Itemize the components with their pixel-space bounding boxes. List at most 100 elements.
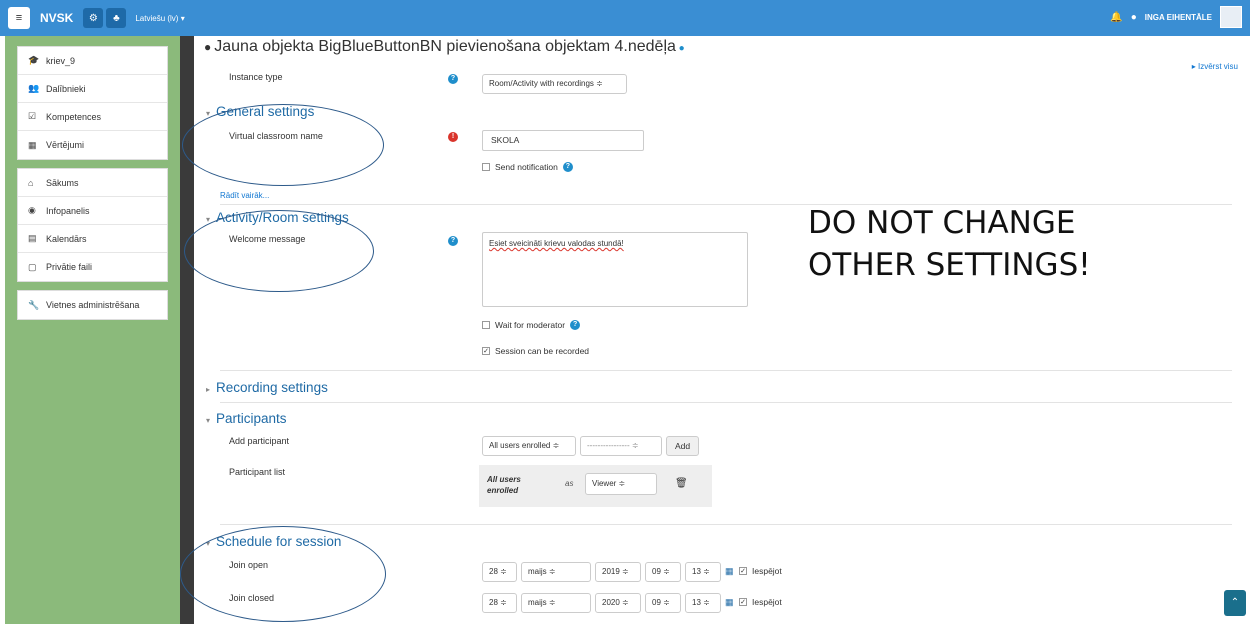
sidebar-item-label: Vietnes administrēšana: [46, 300, 140, 310]
checkbox-checked[interactable]: ✓: [482, 347, 490, 355]
add-participant-user-select[interactable]: ---------------- ≑: [580, 436, 662, 456]
section-title: Recording settings: [216, 380, 328, 395]
settings-cogs-icon[interactable]: ⚙: [83, 8, 104, 28]
menu-toggle-button[interactable]: ≡: [8, 7, 30, 29]
chevron-right-icon: ▸: [206, 385, 211, 394]
join-closed-month[interactable]: maijs ≑: [521, 593, 591, 613]
sidebar-item-label: Dalībnieki: [46, 83, 86, 94]
participant-name: All users enrolled: [487, 475, 521, 495]
join-open-day[interactable]: 28 ≑: [482, 562, 517, 582]
warning-annotation: DO NOT CHANGE OTHER SETTINGS!: [808, 202, 1091, 286]
join-closed-year[interactable]: 2020 ≑: [595, 593, 641, 613]
join-open-minute[interactable]: 13 ≑: [685, 562, 721, 582]
participant-role-select[interactable]: Viewer ≑: [585, 473, 657, 495]
table-icon: ▦: [28, 139, 37, 150]
annotation-circle: [180, 526, 386, 622]
chat-icon[interactable]: ●: [1131, 12, 1137, 23]
sidebar-item-label: Vērtējumi: [46, 140, 85, 150]
sidebar-item-label: Sākums: [46, 177, 79, 188]
sitemap-icon[interactable]: ♣: [106, 8, 127, 28]
sidebar-item-course[interactable]: 🎓 kriev_9: [18, 47, 167, 75]
classroom-name-input[interactable]: SKOLA: [482, 130, 644, 151]
checkbox-label: Wait for moderator: [495, 320, 566, 330]
add-participant-label: Add participant: [229, 436, 290, 446]
wait-moderator-checkbox[interactable]: Wait for moderator?: [482, 320, 581, 330]
checkbox-checked[interactable]: ✓: [739, 567, 747, 575]
help-icon[interactable]: ?: [562, 162, 573, 172]
join-open-hour[interactable]: 09 ≑: [645, 562, 681, 582]
sidebar-item-private-files[interactable]: ▢ Privātie faili: [18, 253, 167, 281]
section-recording-settings[interactable]: ▸ Recording settings: [206, 380, 328, 395]
welcome-message-text: Esiet sveicināti krievu valodas stundā!: [489, 239, 624, 248]
sidebar-item-site-admin[interactable]: 🔧 Vietnes administrēšana: [18, 291, 167, 319]
session-recorded-checkbox[interactable]: ✓ Session can be recorded: [482, 346, 589, 356]
sidebar-nav-block: ⌂ Sākums ◉ Infopanelis ▤ Kalendārs ▢ Privāti…: [17, 168, 168, 282]
welcome-message-textarea[interactable]: Esiet sveicināti krievu valodas stundā!: [482, 232, 748, 307]
help-icon[interactable]: ?: [570, 320, 581, 330]
help-icon[interactable]: ●: [676, 43, 685, 54]
join-closed-enable-checkbox[interactable]: ✓ Iespējot: [739, 597, 782, 607]
checkbox-checked[interactable]: ✓: [739, 598, 747, 606]
join-closed-minute[interactable]: 13 ≑: [685, 593, 721, 613]
checkbox-label: Session can be recorded: [495, 346, 590, 356]
language-menu[interactable]: Latviešu (lv) ▾: [135, 14, 184, 23]
sidebar-item-calendar[interactable]: ▤ Kalendārs: [18, 225, 167, 253]
sidebar-course-block: 🎓 kriev_9 👥 Dalībnieki ☑ Kompetences ▦ Vērtē…: [17, 46, 168, 160]
page-title-text: Jauna objekta BigBlueButtonBN pievienoša…: [214, 38, 676, 55]
graduation-cap-icon: 🎓: [28, 55, 40, 65]
page-title: ● Jauna objekta BigBlueButtonBN pievienoš…: [204, 38, 685, 56]
sidebar-item-home[interactable]: ⌂ Sākums: [18, 169, 167, 197]
divider: [220, 370, 1232, 371]
checkbox[interactable]: [482, 163, 490, 171]
section-participants[interactable]: ▾ Participants: [206, 411, 287, 426]
top-navbar: ≡ NVSK ⚙ ♣ Latviešu (lv) ▾ 🔔 ● INGA EIHE…: [0, 0, 1250, 36]
section-title: Participants: [216, 411, 287, 426]
sidebar-item-grades[interactable]: ▦ Vērtējumi: [18, 131, 167, 159]
show-more-link[interactable]: Rādīt vairāk...: [220, 191, 269, 200]
scroll-to-top-button[interactable]: ⌃: [1224, 590, 1246, 616]
warning-line-2: OTHER SETTINGS!: [808, 247, 1091, 283]
sidebar-item-participants[interactable]: 👥 Dalībnieki: [18, 75, 167, 103]
annotation-circle: [184, 210, 374, 292]
checkbox-label: Iespējot: [752, 597, 782, 607]
participant-as-label: as: [565, 479, 574, 488]
site-brand[interactable]: NVSK: [40, 11, 73, 25]
help-icon[interactable]: ?: [448, 236, 458, 246]
sidebar-item-label: kriev_9: [46, 55, 76, 66]
join-open-year[interactable]: 2019 ≑: [595, 562, 641, 582]
sidebar-item-competencies[interactable]: ☑ Kompetences: [18, 103, 167, 131]
chevron-down-icon: ▾: [206, 416, 211, 425]
sidebar-item-dashboard[interactable]: ◉ Infopanelis: [18, 197, 167, 225]
sidebar-admin-block: 🔧 Vietnes administrēšana: [17, 290, 168, 320]
annotation-circle: [182, 104, 384, 186]
avatar[interactable]: [1220, 6, 1242, 28]
instance-type-select[interactable]: Room/Activity with recordings ≑: [482, 74, 627, 94]
calendar-icon: ▤: [28, 233, 37, 243]
sidebar-item-label: Privātie faili: [46, 262, 93, 272]
wrench-icon: 🔧: [28, 299, 40, 310]
home-icon: ⌂: [28, 177, 34, 188]
user-menu-name[interactable]: INGA EIHENTĀLE: [1145, 13, 1212, 22]
background-strip: [180, 36, 194, 624]
dashboard-icon: ◉: [28, 205, 36, 215]
warning-line-1: DO NOT CHANGE: [808, 205, 1076, 241]
calendar-icon[interactable]: ▦: [725, 597, 734, 608]
checkbox-label: Iespējot: [752, 566, 782, 576]
trash-icon[interactable]: 🗑: [675, 478, 688, 489]
send-notification-checkbox[interactable]: Send notification?: [482, 162, 573, 172]
expand-all-link[interactable]: ▸ Izvērst visu: [1192, 62, 1238, 71]
join-open-enable-checkbox[interactable]: ✓ Iespējot: [739, 566, 782, 576]
join-closed-day[interactable]: 28 ≑: [482, 593, 517, 613]
calendar-icon[interactable]: ▦: [725, 566, 734, 577]
join-open-month[interactable]: maijs ≑: [521, 562, 591, 582]
join-closed-hour[interactable]: 09 ≑: [645, 593, 681, 613]
add-participant-button[interactable]: Add: [666, 436, 700, 456]
bell-icon[interactable]: 🔔: [1110, 12, 1122, 23]
checkbox[interactable]: [482, 321, 490, 329]
participant-list-label: Participant list: [229, 467, 286, 477]
sidebar-item-label: Kalendārs: [46, 233, 87, 244]
add-participant-type-select[interactable]: All users enrolled ≑: [482, 436, 576, 456]
help-icon[interactable]: ?: [448, 74, 458, 84]
expand-all-label: Izvērst visu: [1197, 62, 1238, 71]
checkbox-label: Send notification: [495, 162, 558, 172]
